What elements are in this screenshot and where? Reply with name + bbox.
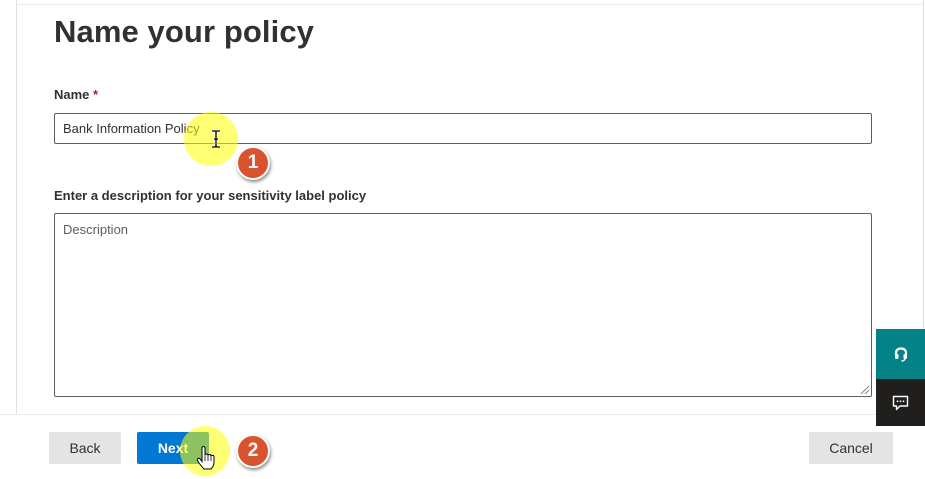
- name-label-text: Name: [54, 87, 90, 102]
- resize-grip-icon[interactable]: [859, 384, 870, 395]
- cancel-button: Cancel: [809, 432, 893, 464]
- required-marker: *: [93, 87, 99, 102]
- help-button[interactable]: [876, 329, 925, 379]
- name-field-label: Name *: [54, 87, 98, 102]
- policy-name-input[interactable]: [54, 113, 872, 144]
- hand-pointer-icon: [196, 446, 215, 470]
- headset-icon: [894, 347, 907, 362]
- feedback-button[interactable]: [876, 379, 925, 426]
- description-field-label: Enter a description for your sensitivity…: [54, 188, 367, 203]
- policy-description-textarea[interactable]: [54, 213, 872, 397]
- feedback-icon: [892, 395, 909, 410]
- text-cursor-icon: [212, 130, 220, 148]
- back-button[interactable]: Back: [49, 432, 121, 464]
- step-badge-2: 2: [236, 434, 270, 468]
- page-title: Name your policy: [54, 14, 315, 49]
- panel-left-border: [16, 0, 17, 414]
- step-badge-1: 1: [236, 146, 270, 180]
- wizard-panel: Name your policy Name * Enter a descript…: [0, 0, 925, 414]
- panel-top-border: [16, 4, 924, 5]
